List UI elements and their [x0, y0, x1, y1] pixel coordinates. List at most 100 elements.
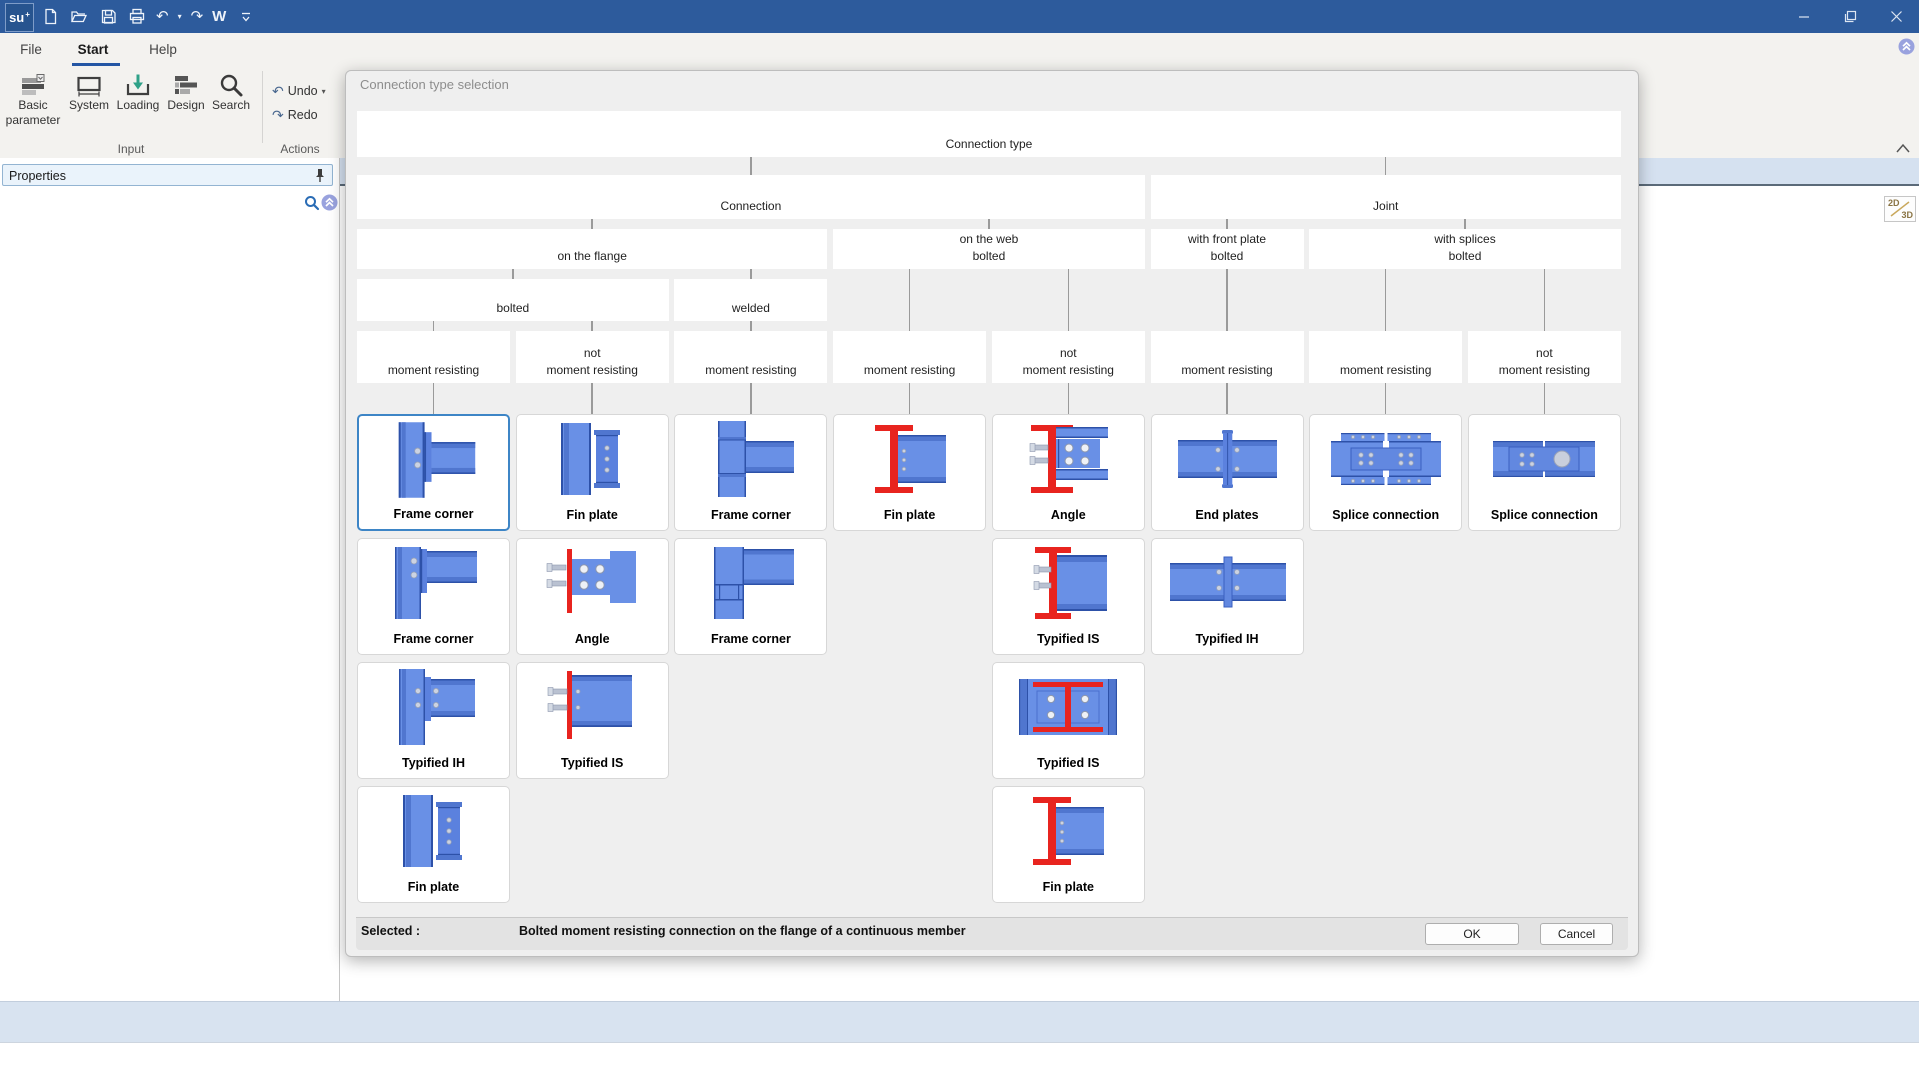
undo-arrow-icon: ↶	[272, 83, 284, 100]
properties-header[interactable]: Properties	[2, 164, 333, 186]
thumbnail-endplates[interactable]: End plates	[1151, 414, 1304, 531]
thumbnail-label: Fin plate	[358, 880, 509, 894]
cancel-button[interactable]: Cancel	[1540, 923, 1613, 945]
minimize-button[interactable]	[1781, 0, 1827, 33]
tree-connector	[1226, 219, 1228, 229]
tree-connector	[591, 383, 593, 414]
app-logo: su+	[5, 3, 34, 32]
design-button[interactable]: Design	[162, 68, 210, 113]
tree-node-bolted: bolted	[357, 279, 669, 321]
new-file-icon[interactable]	[40, 7, 60, 27]
word-export-icon[interactable]: W	[212, 7, 226, 27]
thumbnail-finplate-red[interactable]: Fin plate	[833, 414, 986, 531]
tree-node-not-moment-resisting: notmoment resisting	[992, 331, 1145, 383]
search-button[interactable]: Search	[208, 68, 254, 113]
panel-collapse-icon[interactable]	[321, 194, 338, 211]
tree-connector	[512, 269, 514, 279]
basic-parameter-button[interactable]: Basic parameter	[4, 68, 62, 128]
ribbon-divider	[262, 71, 263, 143]
tree-node-label: on the flange	[557, 248, 626, 265]
thumbnail-finplate-col[interactable]: Fin plate	[516, 414, 669, 531]
collapse-ribbon-chevron-icon[interactable]	[1894, 141, 1912, 153]
search-icon	[208, 68, 254, 98]
thumbnail-fc-bolted[interactable]: Frame corner	[357, 414, 510, 531]
system-button[interactable]: System	[64, 68, 114, 113]
tree-node-moment-resisting: moment resisting	[674, 331, 827, 383]
selected-label: Selected :	[361, 924, 420, 938]
customize-toolbar-icon[interactable]	[235, 7, 255, 27]
thumb-fc-bolted-icon	[359, 418, 508, 502]
thumbnail-label: Splice connection	[1310, 508, 1461, 522]
save-icon[interactable]	[98, 7, 118, 27]
window-controls	[1781, 0, 1919, 33]
print-icon[interactable]	[127, 7, 147, 27]
thumbnail-typ-is-side[interactable]: Typified IS	[992, 538, 1145, 655]
tree-node-on-the-web-bolted: on the webbolted	[833, 229, 1145, 269]
application-window: su+ ↶ ▾ ↷ W File Start Help Basic parame…	[0, 0, 1919, 1079]
thumbnail-typ-is-strip[interactable]: Typified IS	[516, 662, 669, 779]
thumbnail-typ-ih-col[interactable]: Typified IH	[357, 662, 510, 779]
thumbnail-angle-red[interactable]: Angle	[992, 414, 1145, 531]
pin-icon[interactable]	[314, 168, 326, 183]
tree-connector	[1068, 383, 1070, 414]
quick-access-toolbar: ↶ ▾ ↷ W	[40, 0, 255, 33]
thumb-typ-is-side-icon	[993, 541, 1144, 625]
tree-connector	[909, 383, 911, 414]
thumb-angle-red-icon	[993, 417, 1144, 501]
tree-node-with-splices-bolted: with splicesbolted	[1309, 229, 1621, 269]
design-icon	[162, 68, 210, 98]
loading-label: Loading	[114, 98, 162, 113]
tree-connector	[433, 383, 435, 414]
undo-icon[interactable]: ↶	[156, 7, 169, 27]
loading-icon	[114, 68, 162, 98]
tree-node-moment-resisting: moment resisting	[1309, 331, 1462, 383]
thumbnail-fc-corner-welded[interactable]: Frame corner	[674, 538, 827, 655]
tree-connector	[988, 219, 990, 229]
tree-connector	[591, 321, 593, 331]
tree-node-label: welded	[732, 300, 770, 317]
thumbnail-splice-bolts[interactable]: Splice connection	[1309, 414, 1462, 531]
thumb-finplate-col-icon	[517, 417, 668, 501]
ok-button[interactable]: OK	[1425, 923, 1519, 945]
collapse-panel-icon[interactable]	[1898, 38, 1915, 55]
tab-help[interactable]: Help	[136, 36, 190, 63]
basic-parameter-icon	[4, 68, 62, 98]
thumbnail-label: End plates	[1152, 508, 1303, 522]
maximize-button[interactable]	[1827, 0, 1873, 33]
redo-button[interactable]: ↷ Redo	[272, 105, 318, 125]
tree-node-label: Joint	[1373, 198, 1398, 215]
thumbnail-label: Fin plate	[517, 508, 668, 522]
thumbnail-splice-pin[interactable]: Splice connection	[1468, 414, 1621, 531]
thumbnail-finplate-col[interactable]: Fin plate	[357, 786, 510, 903]
redo-label: Redo	[288, 108, 318, 122]
tree-node-moment-resisting: moment resisting	[357, 331, 510, 383]
tree-node-label: Connection type	[946, 136, 1033, 153]
thumbnail-typ-ih-splice[interactable]: Typified IH	[1151, 538, 1304, 655]
loading-button[interactable]: Loading	[114, 68, 162, 113]
open-folder-icon[interactable]	[69, 7, 89, 27]
tab-start[interactable]: Start	[60, 36, 126, 63]
thumb-finplate-red-icon	[993, 789, 1144, 873]
tree-connector	[750, 157, 752, 175]
title-bar: su+ ↶ ▾ ↷ W	[0, 0, 1919, 33]
thumbnail-finplate-red[interactable]: Fin plate	[992, 786, 1145, 903]
view-2d-3d-toggle[interactable]: 2D 3D	[1884, 196, 1916, 222]
panel-search-icon[interactable]	[304, 195, 320, 211]
undo-dropdown-icon[interactable]: ▾	[178, 12, 182, 21]
tree-connector	[591, 219, 593, 229]
undo-button[interactable]: ↶ Undo ▾	[272, 81, 326, 101]
system-label: System	[64, 98, 114, 113]
tree-node-moment-resisting: moment resisting	[1151, 331, 1304, 383]
thumbnail-typ-is-face[interactable]: Typified IS	[992, 662, 1145, 779]
app-logo-plus: +	[25, 10, 30, 19]
thumbnail-label: Fin plate	[834, 508, 985, 522]
close-button[interactable]	[1873, 0, 1919, 33]
tab-file[interactable]: File	[10, 36, 52, 63]
thumbnail-fc-corner-bolted[interactable]: Frame corner	[357, 538, 510, 655]
thumbnail-label: Angle	[993, 508, 1144, 522]
redo-icon[interactable]: ↷	[191, 7, 204, 27]
thumbnail-angle-bracket[interactable]: Angle	[516, 538, 669, 655]
thumbnail-label: Angle	[517, 632, 668, 646]
tree-node-label: Connection	[721, 198, 782, 215]
thumbnail-fc-stiff[interactable]: Frame corner	[674, 414, 827, 531]
